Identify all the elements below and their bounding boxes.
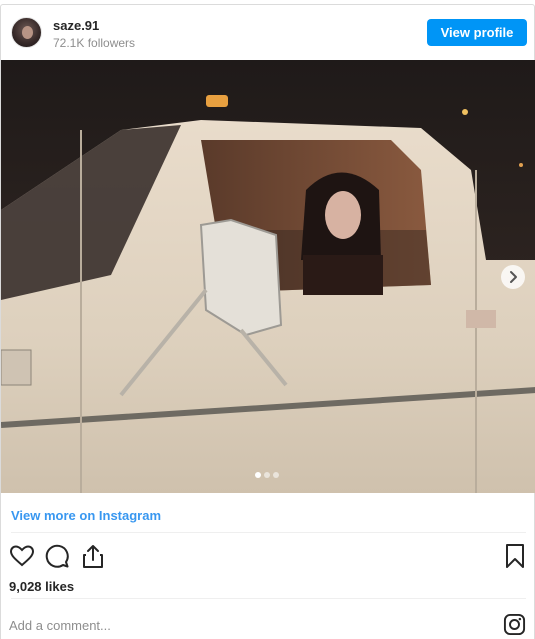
- divider: [11, 532, 526, 533]
- share-button[interactable]: [80, 543, 106, 569]
- view-more-link[interactable]: View more on Instagram: [11, 508, 161, 523]
- heart-icon: [9, 545, 35, 567]
- instagram-icon: [503, 613, 526, 636]
- instagram-logo[interactable]: [503, 613, 526, 636]
- view-profile-button[interactable]: View profile: [427, 19, 527, 46]
- action-bar: [1, 543, 534, 571]
- follower-count: 72.1K followers: [53, 36, 136, 50]
- like-count: 9,028 likes: [9, 579, 75, 594]
- username[interactable]: saze.91: [53, 18, 99, 33]
- like-button[interactable]: [9, 543, 35, 569]
- divider: [11, 598, 526, 599]
- carousel-dot: [273, 472, 279, 478]
- photo-image: [1, 60, 535, 493]
- share-icon: [83, 545, 103, 568]
- next-slide-button[interactable]: [501, 265, 525, 289]
- post-photo[interactable]: [1, 60, 535, 493]
- carousel-dots: [255, 472, 282, 478]
- post-header: saze.91 72.1K followers View profile: [1, 5, 534, 59]
- comment-button[interactable]: [44, 543, 70, 569]
- carousel-dot: [255, 472, 261, 478]
- save-button[interactable]: [502, 543, 528, 569]
- avatar[interactable]: [11, 17, 42, 48]
- comment-icon: [45, 544, 69, 568]
- bookmark-icon: [506, 544, 524, 568]
- carousel-dot: [264, 472, 270, 478]
- add-comment-field[interactable]: Add a comment...: [9, 618, 111, 633]
- instagram-embed: saze.91 72.1K followers View profile Vie…: [0, 4, 535, 639]
- chevron-right-icon: [510, 271, 517, 283]
